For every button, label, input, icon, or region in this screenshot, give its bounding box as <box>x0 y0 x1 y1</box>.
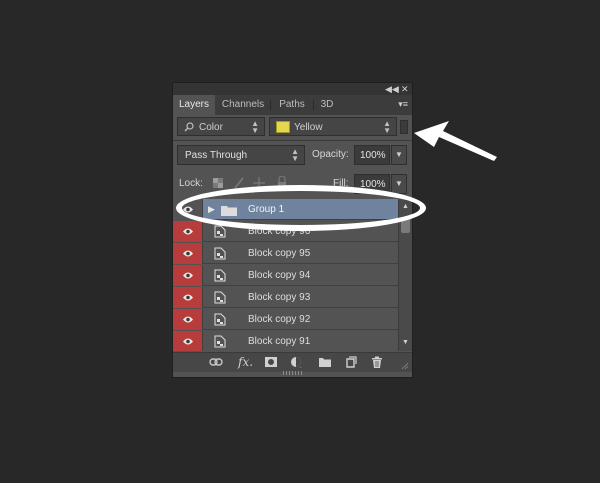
annotation-arrow <box>414 121 497 161</box>
